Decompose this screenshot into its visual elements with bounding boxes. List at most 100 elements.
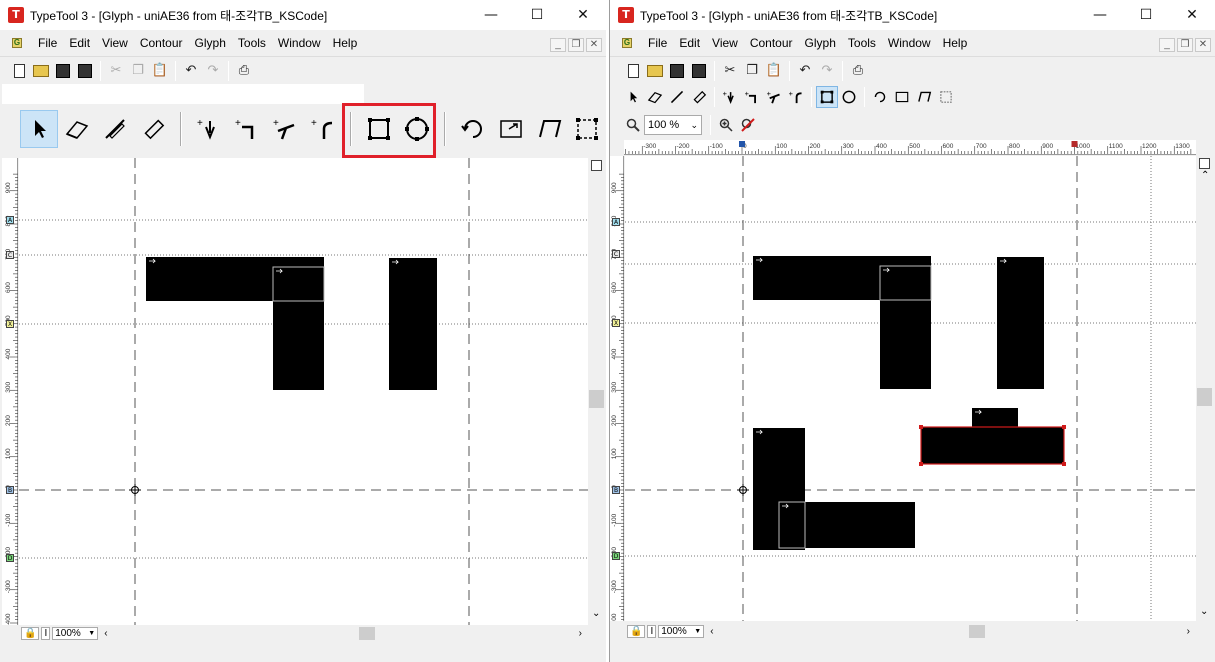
save-all-icon[interactable] xyxy=(688,60,710,82)
minimize-button[interactable]: — xyxy=(1077,0,1123,30)
mdi-restore-button[interactable]: ❐ xyxy=(1177,38,1193,52)
copy-icon[interactable]: ❐ xyxy=(127,60,149,82)
scroll-right-arrow-icon[interactable]: › xyxy=(1187,626,1190,637)
horizontal-scrollbar-thumb[interactable] xyxy=(969,625,985,638)
eraser-tool-icon[interactable] xyxy=(644,86,666,108)
add-node-tool-icon[interactable]: + xyxy=(190,110,228,148)
guide-marker[interactable]: X xyxy=(612,319,620,327)
close-button[interactable]: ✕ xyxy=(560,0,606,30)
menu-file[interactable]: File xyxy=(642,36,673,50)
mdi-minimize-button[interactable]: _ xyxy=(550,38,566,52)
scroll-left-arrow-icon[interactable]: ‹ xyxy=(710,626,713,637)
glyph-canvas[interactable] xyxy=(19,158,588,625)
vertical-scrollbar[interactable]: ⌄ xyxy=(588,158,605,625)
add-node-tool-icon[interactable]: + xyxy=(719,86,741,108)
guide-marker[interactable]: C xyxy=(612,250,620,258)
measure-tool-icon[interactable] xyxy=(688,86,710,108)
menu-window[interactable]: Window xyxy=(882,36,937,50)
scroll-down-arrow-icon[interactable]: ⌄ xyxy=(592,608,600,619)
scrollbar-corner-button[interactable] xyxy=(1199,158,1210,169)
menu-contour[interactable]: Contour xyxy=(744,36,799,50)
ellipse-tool-icon[interactable] xyxy=(838,86,860,108)
menu-view[interactable]: View xyxy=(706,36,744,50)
cut-icon[interactable]: ✂ xyxy=(105,60,127,82)
baseline-marker[interactable]: B xyxy=(612,486,620,494)
undo-icon[interactable]: ↶ xyxy=(180,60,202,82)
menu-view[interactable]: View xyxy=(96,36,134,50)
scroll-right-arrow-icon[interactable]: › xyxy=(579,628,582,639)
redo-icon[interactable]: ↷ xyxy=(816,60,838,82)
zoom-icon[interactable] xyxy=(622,114,644,136)
rectangle-tool-icon[interactable] xyxy=(816,86,838,108)
menu-help[interactable]: Help xyxy=(937,36,974,50)
glyph-doc-icon[interactable]: G xyxy=(12,38,22,48)
zoom-select[interactable]: 100 % ⌄ xyxy=(644,115,702,135)
slant-tool-icon[interactable] xyxy=(913,86,935,108)
redo-icon[interactable]: ↷ xyxy=(202,60,224,82)
new-icon[interactable] xyxy=(622,60,644,82)
maximize-button[interactable]: ☐ xyxy=(1123,0,1169,30)
scroll-left-arrow-icon[interactable]: ‹ xyxy=(104,628,107,639)
print-icon[interactable]: ⎙ xyxy=(233,60,255,82)
scale-tool-icon[interactable] xyxy=(891,86,913,108)
zoom-select[interactable]: 100% ▼ xyxy=(52,627,99,640)
undo-icon[interactable]: ↶ xyxy=(794,60,816,82)
vertical-scrollbar[interactable]: ⌃ ⌄ xyxy=(1196,156,1213,621)
info-icon[interactable]: I xyxy=(41,627,51,640)
zoom-reset-icon[interactable] xyxy=(737,114,759,136)
guide-marker[interactable]: A xyxy=(612,218,620,226)
scroll-up-arrow-icon[interactable]: ⌃ xyxy=(1201,170,1209,181)
cut-icon[interactable]: ✂ xyxy=(719,60,741,82)
close-button[interactable]: ✕ xyxy=(1169,0,1215,30)
lock-icon[interactable]: 🔒 xyxy=(21,627,40,640)
glyph-canvas[interactable] xyxy=(625,156,1196,621)
baseline-marker[interactable]: B xyxy=(6,486,14,494)
menu-file[interactable]: File xyxy=(32,36,63,50)
pointer-tool-icon[interactable] xyxy=(622,86,644,108)
open-icon[interactable] xyxy=(30,60,52,82)
scale-tool-icon[interactable] xyxy=(492,110,530,148)
menu-contour[interactable]: Contour xyxy=(134,36,189,50)
guide-marker[interactable]: D xyxy=(612,552,620,560)
lock-icon[interactable]: 🔒 xyxy=(627,625,646,638)
menu-edit[interactable]: Edit xyxy=(63,36,96,50)
paste-icon[interactable]: 📋 xyxy=(149,60,171,82)
rotate-tool-icon[interactable] xyxy=(454,110,492,148)
menu-glyph[interactable]: Glyph xyxy=(189,36,232,50)
save-icon[interactable] xyxy=(666,60,688,82)
scrollbar-thumb[interactable] xyxy=(1197,388,1212,406)
menu-tools[interactable]: Tools xyxy=(232,36,272,50)
slant-tool-icon[interactable] xyxy=(530,110,568,148)
guide-marker[interactable]: A xyxy=(6,216,14,224)
guide-marker[interactable]: C xyxy=(6,251,14,259)
transform-box-tool-icon[interactable] xyxy=(935,86,957,108)
menu-glyph[interactable]: Glyph xyxy=(799,36,842,50)
mdi-close-button[interactable]: ✕ xyxy=(1195,38,1211,52)
eraser-tool-icon[interactable] xyxy=(58,110,96,148)
knife-tool-icon[interactable] xyxy=(96,110,134,148)
menu-tools[interactable]: Tools xyxy=(842,36,882,50)
add-tangent-tool-icon[interactable]: + xyxy=(763,86,785,108)
menu-edit[interactable]: Edit xyxy=(673,36,706,50)
knife-tool-icon[interactable] xyxy=(666,86,688,108)
info-icon[interactable]: I xyxy=(647,625,657,638)
print-icon[interactable]: ⎙ xyxy=(847,60,869,82)
glyph-doc-icon[interactable]: G xyxy=(622,38,632,48)
mdi-minimize-button[interactable]: _ xyxy=(1159,38,1175,52)
rotate-tool-icon[interactable] xyxy=(869,86,891,108)
guide-marker[interactable]: D xyxy=(6,554,14,562)
copy-icon[interactable]: ❐ xyxy=(741,60,763,82)
open-icon[interactable] xyxy=(644,60,666,82)
menu-help[interactable]: Help xyxy=(327,36,364,50)
measure-tool-icon[interactable] xyxy=(134,110,172,148)
add-curve-tool-icon[interactable]: + xyxy=(785,86,807,108)
transform-box-tool-icon[interactable] xyxy=(568,110,606,148)
add-corner-tool-icon[interactable]: + xyxy=(741,86,763,108)
scroll-down-arrow-icon[interactable]: ⌄ xyxy=(1200,606,1208,617)
menu-window[interactable]: Window xyxy=(272,36,327,50)
scrollbar-thumb[interactable] xyxy=(589,390,604,408)
new-icon[interactable] xyxy=(8,60,30,82)
zoom-select[interactable]: 100% ▼ xyxy=(658,625,705,638)
add-corner-tool-icon[interactable]: + xyxy=(228,110,266,148)
scrollbar-corner-button[interactable] xyxy=(591,160,602,171)
